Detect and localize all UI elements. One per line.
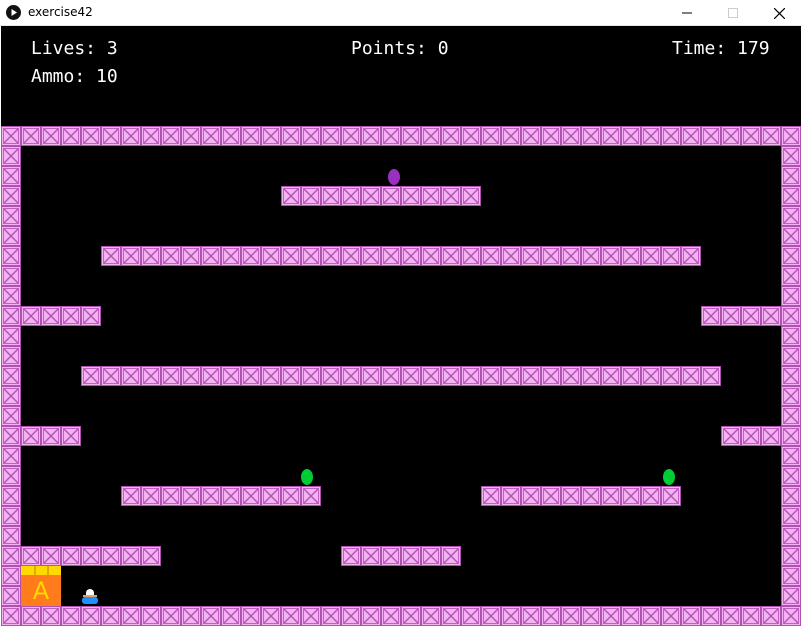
crate-ledge-right-middle [721,426,781,446]
level-tiles [1,126,801,626]
window-title-bar: exercise42 [0,0,802,26]
purple-orb-pickup [388,169,400,185]
ammo-crate-body: A [21,575,61,606]
crate-platform-long-lower [81,366,721,386]
minimize-icon [682,12,692,14]
green-orb-pickup [663,469,675,485]
crate-platform-center-bottom [341,546,461,566]
crate-top-wall [1,126,801,146]
player-tank [81,589,99,605]
green-orb-pickup [301,469,313,485]
crate-platform-left-low [121,486,321,506]
ammo-crate: A [21,566,61,606]
crate-platform-top [281,186,481,206]
crate-platform-long-upper [101,246,701,266]
minimize-button[interactable] [664,0,710,26]
crate-ledge-left-bottom [21,546,161,566]
crate-left-wall [1,146,21,606]
close-icon [773,7,785,19]
ammo-crate-letter: A [32,576,50,605]
crate-right-wall [781,146,801,606]
maximize-icon [728,8,738,18]
close-button[interactable] [756,0,802,26]
play-icon [6,5,21,20]
window-title: exercise42 [28,5,93,19]
ammo-crate-lid [21,566,61,575]
crate-ledge-left-upper [21,306,101,326]
game-canvas[interactable]: Lives: 3 Points: 0 Time: 179 Ammo: 10 A [1,26,801,626]
player-body [82,597,98,604]
crate-bottom-wall [1,606,801,626]
crate-platform-right-low [481,486,681,506]
crate-ledge-left-middle [21,426,81,446]
maximize-button[interactable] [710,0,756,26]
crate-ledge-right-upper [701,306,781,326]
